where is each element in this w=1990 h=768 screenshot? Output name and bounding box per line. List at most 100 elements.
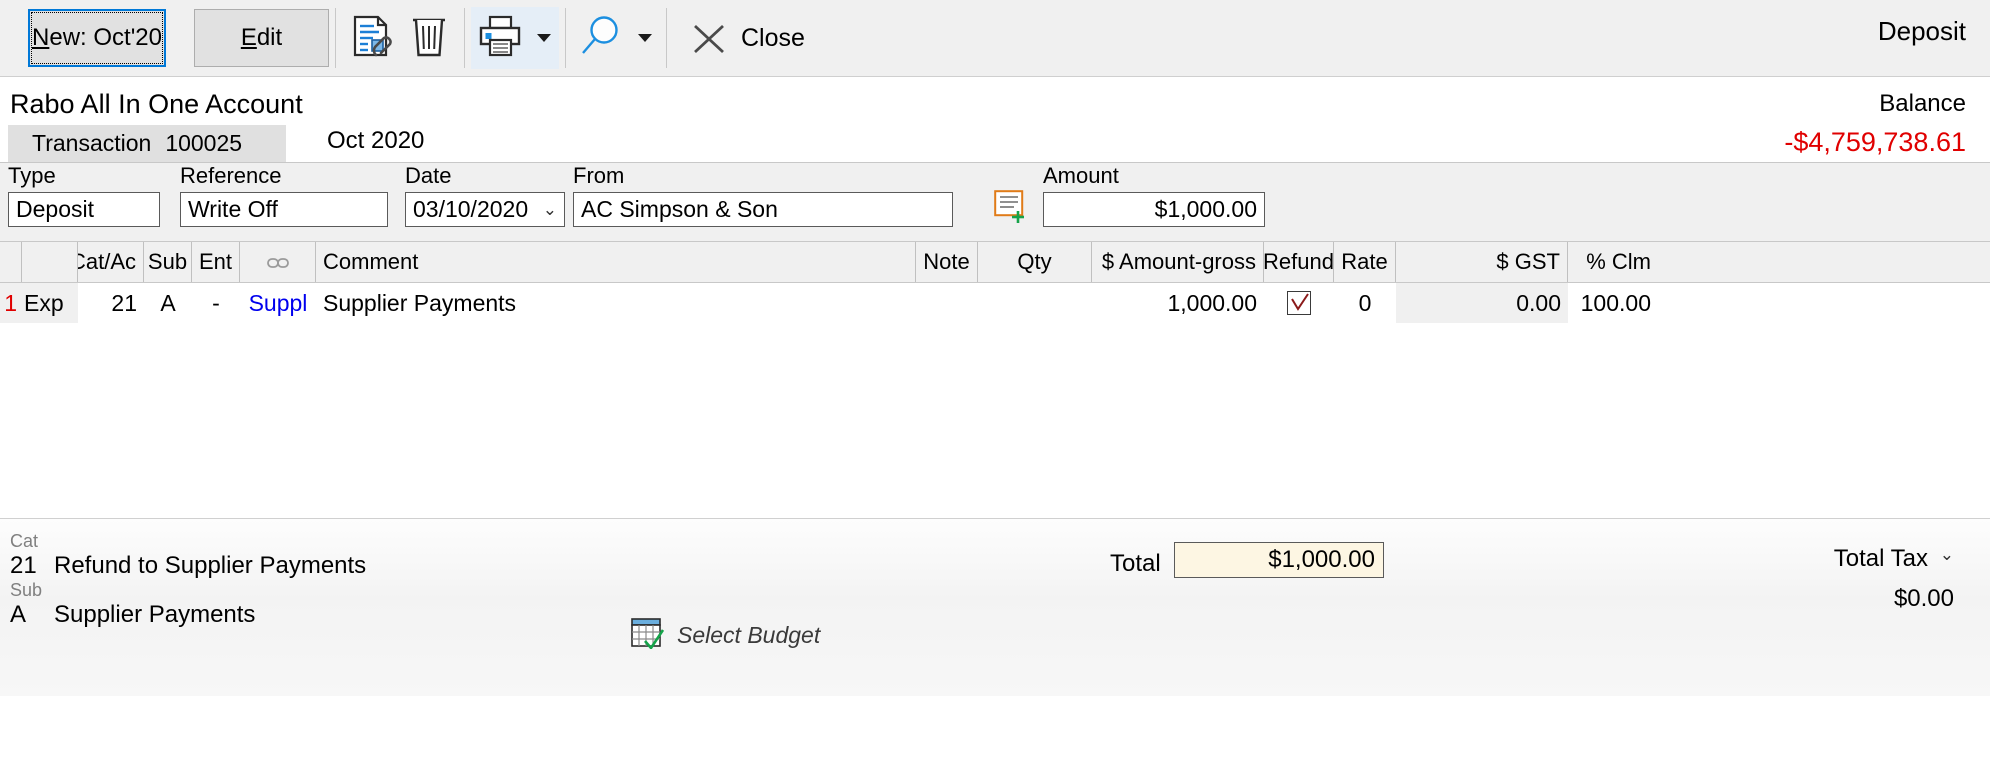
grid-col-catac[interactable]: Cat/Ac bbox=[78, 242, 144, 282]
sub-tag-line: Sub bbox=[10, 580, 366, 601]
reference-label: Reference bbox=[180, 163, 282, 188]
row-amount[interactable]: 1,000.00 bbox=[1092, 283, 1264, 323]
row-ent[interactable]: - bbox=[192, 283, 240, 323]
total-input[interactable]: $1,000.00 bbox=[1174, 542, 1384, 578]
sub-description: Supplier Payments bbox=[54, 601, 256, 628]
row-qty[interactable] bbox=[978, 283, 1092, 323]
new-button-label: New: Oct'20 bbox=[32, 24, 162, 51]
grid-col-comment[interactable]: Comment bbox=[316, 242, 916, 282]
amount-field-group: Amount $1,000.00 bbox=[1043, 163, 1265, 227]
from-input[interactable]: AC Simpson & Son bbox=[573, 192, 953, 227]
row-rate[interactable]: 0 bbox=[1334, 283, 1396, 323]
search-options-button[interactable] bbox=[630, 7, 660, 69]
row-sub[interactable]: A bbox=[144, 283, 192, 323]
grid-col-note[interactable]: Note bbox=[916, 242, 978, 282]
select-budget-icon bbox=[631, 617, 665, 654]
row-clm[interactable]: 100.00 bbox=[1568, 283, 1658, 323]
link-icon bbox=[266, 249, 289, 275]
search-split-button[interactable] bbox=[572, 7, 660, 69]
print-options-button[interactable] bbox=[529, 7, 559, 69]
attach-document-button[interactable] bbox=[342, 7, 400, 69]
category-summary: Cat 21 Refund to Supplier Payments Sub A… bbox=[10, 531, 366, 629]
total-label: Total bbox=[1110, 550, 1161, 577]
type-value: Deposit bbox=[16, 196, 94, 222]
row-note[interactable] bbox=[916, 283, 978, 323]
print-icon bbox=[477, 14, 523, 63]
amount-input[interactable]: $1,000.00 bbox=[1043, 192, 1265, 227]
close-x-icon bbox=[687, 16, 731, 60]
date-field-group: Date 03/10/2020 ⌄ bbox=[405, 163, 565, 227]
grid-col-refund[interactable]: Refund bbox=[1264, 242, 1334, 282]
period-label: Oct 2020 bbox=[327, 127, 425, 154]
new-transaction-button[interactable]: New: Oct'20 bbox=[28, 9, 166, 67]
search-button[interactable] bbox=[572, 7, 630, 69]
grid-header-row: Cat/Ac Sub Ent Comment Note Qty $ Amount… bbox=[0, 241, 1990, 283]
reference-value: Write Off bbox=[188, 196, 278, 222]
window-title: Deposit bbox=[1877, 16, 1966, 46]
toolbar-separator bbox=[335, 8, 336, 68]
refund-checkbox[interactable] bbox=[1287, 291, 1311, 315]
line-items-grid: Cat/Ac Sub Ent Comment Note Qty $ Amount… bbox=[0, 241, 1990, 518]
total-tax-value: $0.00 bbox=[1893, 585, 1954, 612]
select-budget-button[interactable]: Select Budget bbox=[631, 617, 820, 654]
from-label: From bbox=[573, 163, 625, 188]
caret-down-icon bbox=[638, 34, 652, 42]
table-row[interactable]: 1 Exp 21 A - Suppl Supplier Payments 1,0… bbox=[0, 283, 1990, 323]
grid-col-kind bbox=[22, 242, 78, 282]
chevron-down-icon[interactable]: ⌄ bbox=[543, 200, 557, 220]
transaction-tab-label: Transaction bbox=[32, 130, 152, 156]
grid-col-link[interactable] bbox=[240, 242, 316, 282]
transaction-footer: Cat 21 Refund to Supplier Payments Sub A… bbox=[0, 518, 1990, 696]
transaction-form: Type Deposit Reference Write Off Date 03… bbox=[0, 162, 1990, 241]
close-button[interactable]: Close bbox=[687, 16, 805, 60]
row-refund-cell[interactable] bbox=[1264, 283, 1334, 323]
date-value: 03/10/2020 bbox=[413, 196, 529, 222]
grid-col-qty[interactable]: Qty bbox=[978, 242, 1092, 282]
search-icon bbox=[578, 13, 624, 64]
main-toolbar: New: Oct'20 Edit Close Deposit bbox=[0, 0, 1990, 77]
from-value: AC Simpson & Son bbox=[581, 196, 778, 222]
grid-col-amount[interactable]: $ Amount-gross bbox=[1092, 242, 1264, 282]
grid-col-ent[interactable]: Ent bbox=[192, 242, 240, 282]
reference-field-group: Reference Write Off bbox=[180, 163, 388, 227]
balance-label: Balance bbox=[1879, 90, 1966, 117]
delete-button[interactable] bbox=[400, 7, 458, 69]
cat-value-line: 21 Refund to Supplier Payments bbox=[10, 552, 366, 580]
grid-col-gst[interactable]: $ GST bbox=[1396, 242, 1568, 282]
print-button[interactable] bbox=[471, 7, 529, 69]
from-field-group: From AC Simpson & Son bbox=[573, 163, 953, 227]
row-kind: Exp bbox=[22, 283, 78, 323]
add-note-button[interactable] bbox=[994, 190, 1032, 224]
cat-description: Refund to Supplier Payments bbox=[54, 552, 367, 579]
grid-col-sub[interactable]: Sub bbox=[144, 242, 192, 282]
transaction-tab[interactable]: Transaction 100025 bbox=[8, 125, 286, 162]
row-gst: 0.00 bbox=[1396, 283, 1568, 323]
balance-value: -$4,759,738.61 bbox=[1784, 127, 1966, 157]
reference-input[interactable]: Write Off bbox=[180, 192, 388, 227]
cat-tag-line: Cat bbox=[10, 531, 366, 552]
grid-empty-area[interactable] bbox=[0, 323, 1990, 518]
row-comment[interactable]: Supplier Payments bbox=[316, 283, 916, 323]
document-attachment-icon bbox=[349, 14, 393, 63]
account-header: Rabo All In One Account Balance -$4,759,… bbox=[0, 77, 1990, 162]
toolbar-separator bbox=[666, 8, 667, 68]
total-tax-label: Total Tax bbox=[1833, 545, 1928, 572]
date-input[interactable]: 03/10/2020 ⌄ bbox=[405, 192, 565, 227]
add-note-icon bbox=[994, 190, 1032, 228]
grid-col-clm[interactable]: % Clm bbox=[1568, 242, 1658, 282]
type-label: Type bbox=[8, 163, 56, 188]
sub-code: A bbox=[10, 601, 27, 628]
row-index: 1 bbox=[4, 289, 17, 316]
print-split-button[interactable] bbox=[471, 7, 559, 69]
type-input[interactable]: Deposit bbox=[8, 192, 160, 227]
close-button-label: Close bbox=[741, 23, 805, 52]
row-catac[interactable]: 21 bbox=[78, 283, 144, 323]
grid-col-rate[interactable]: Rate bbox=[1334, 242, 1396, 282]
chevron-down-icon[interactable]: ⌄ bbox=[1940, 545, 1954, 565]
edit-button-label: Edit bbox=[240, 24, 283, 51]
toolbar-separator bbox=[464, 8, 465, 68]
type-field-group: Type Deposit bbox=[8, 163, 160, 227]
edit-button[interactable]: Edit bbox=[194, 9, 329, 67]
amount-value: $1,000.00 bbox=[1154, 196, 1257, 222]
row-link[interactable]: Suppl bbox=[240, 283, 316, 323]
